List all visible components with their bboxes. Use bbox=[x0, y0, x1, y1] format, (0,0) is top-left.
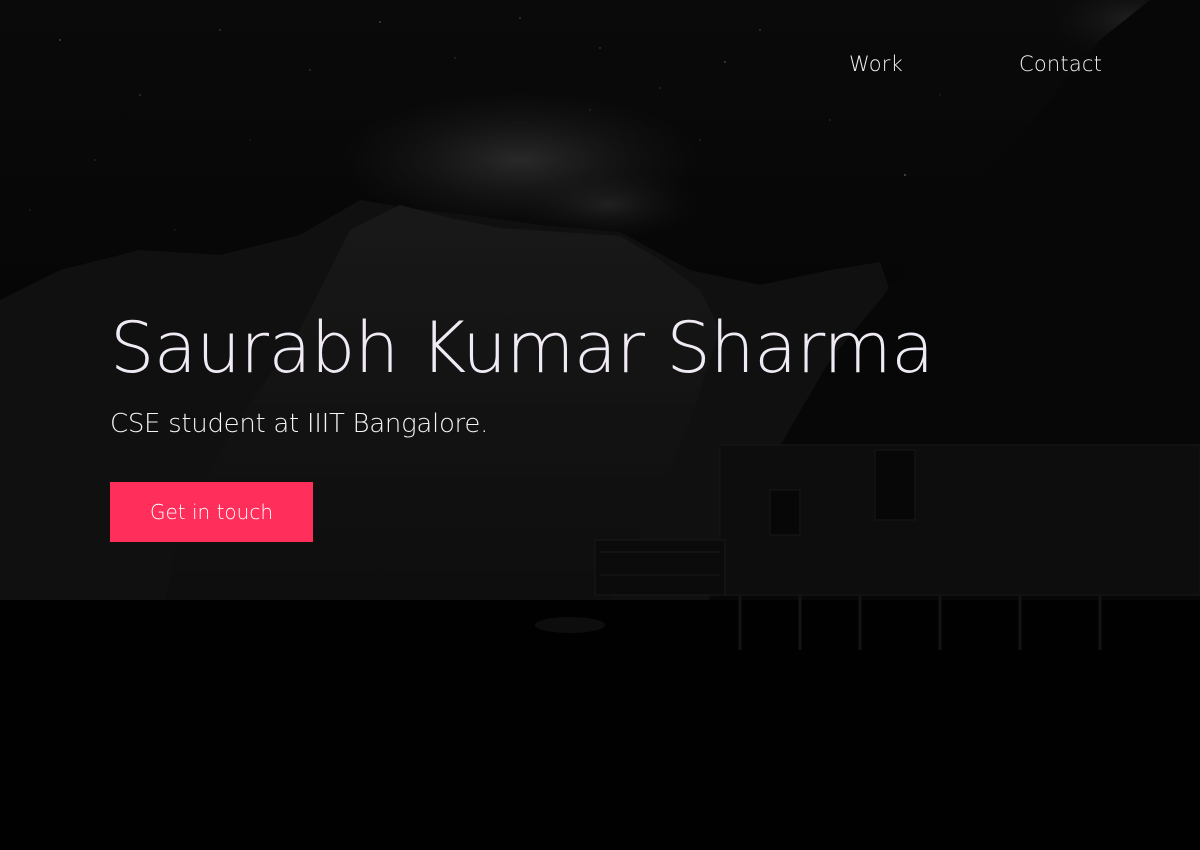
page-title: Saurabh Kumar Sharma bbox=[110, 307, 934, 389]
top-navigation: Work Contact bbox=[0, 52, 1200, 86]
hero-tagline: CSE student at IIIT Bangalore. bbox=[110, 409, 489, 439]
nav-link-contact[interactable]: Contact bbox=[1019, 52, 1102, 76]
hero-section: Work Contact Saurabh Kumar Sharma CSE st… bbox=[0, 0, 1200, 850]
get-in-touch-button[interactable]: Get in touch bbox=[110, 482, 313, 542]
hero-intro: Saurabh Kumar Sharma CSE student at IIIT… bbox=[110, 306, 1010, 542]
nav-link-work[interactable]: Work bbox=[849, 52, 903, 76]
